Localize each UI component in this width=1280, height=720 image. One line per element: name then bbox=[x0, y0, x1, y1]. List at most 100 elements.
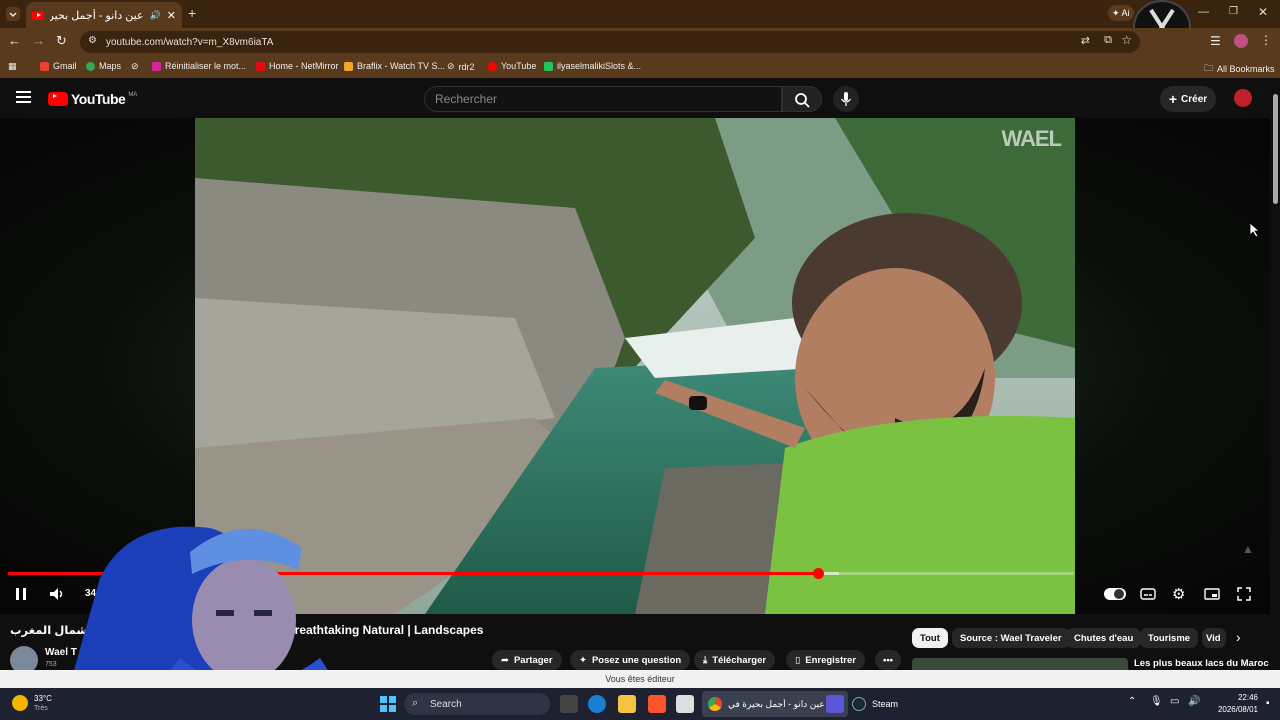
miniplayer-button[interactable] bbox=[1204, 586, 1220, 607]
minimize-button[interactable]: — bbox=[1198, 6, 1209, 18]
youtube-logo[interactable]: YouTube MA bbox=[48, 91, 137, 107]
subtitles-button[interactable] bbox=[1140, 586, 1156, 607]
forward-button[interactable]: → bbox=[32, 33, 45, 48]
youtube-logo-text: YouTube bbox=[71, 91, 126, 107]
weather-icon[interactable] bbox=[12, 695, 28, 711]
save-button[interactable]: ▯ Enregistrer bbox=[786, 650, 865, 670]
reload-button[interactable]: ↻ bbox=[56, 33, 67, 49]
search-input[interactable]: Rechercher bbox=[424, 86, 782, 112]
translate-icon[interactable]: ⇄ bbox=[1081, 34, 1090, 47]
teams-icon[interactable] bbox=[826, 695, 844, 713]
file-explorer-icon[interactable] bbox=[618, 695, 636, 713]
bookmark-icon: ▯ bbox=[795, 654, 801, 666]
maximize-button[interactable]: ❐ bbox=[1229, 6, 1238, 17]
menu-kebab-icon[interactable]: ⋮ bbox=[1260, 33, 1272, 47]
bookmark-youtube[interactable]: YouTube bbox=[488, 61, 536, 71]
steam-label: Steam bbox=[872, 699, 899, 709]
tab-close-icon[interactable]: ✕ bbox=[167, 9, 176, 22]
recommendation-title[interactable]: Les plus beaux lacs du Maroc bbox=[1134, 658, 1269, 669]
search-button[interactable] bbox=[782, 86, 822, 112]
autoplay-toggle-knob bbox=[1114, 589, 1124, 599]
windows-taskbar: 33°C Très ⌕ Search عين دانو - أجمل بحيرة… bbox=[0, 688, 1280, 720]
editor-notice-text: Vous êtes éditeur bbox=[605, 674, 675, 684]
brave-icon[interactable] bbox=[648, 695, 666, 713]
share-button[interactable]: ➦ Partager bbox=[492, 650, 562, 670]
create-label: Créer bbox=[1181, 93, 1208, 105]
task-view-icon[interactable] bbox=[560, 695, 578, 713]
globe-icon: ⊘ bbox=[131, 61, 139, 71]
download-button[interactable]: ⤓ Télécharger bbox=[694, 650, 776, 670]
chip-waterfalls[interactable]: Chutes d'eau bbox=[1066, 628, 1142, 648]
hamburger-menu-button[interactable] bbox=[16, 90, 32, 109]
bookmark-maps[interactable]: Maps bbox=[86, 61, 121, 71]
taskbar-search[interactable]: ⌕ Search bbox=[404, 693, 550, 715]
create-button[interactable]: + Créer bbox=[1160, 86, 1216, 112]
chip-source[interactable]: Source : Wael Traveler bbox=[952, 628, 1070, 648]
account-avatar[interactable] bbox=[1234, 89, 1252, 107]
chip-video[interactable]: Vid bbox=[1202, 628, 1226, 648]
apps-grid-icon[interactable]: ▦ bbox=[8, 61, 17, 72]
bookmark-rdr2[interactable]: ⊘ rdr2 bbox=[447, 61, 475, 72]
bookmark-gmail[interactable]: Gmail bbox=[40, 61, 77, 71]
windows-logo-icon bbox=[380, 696, 396, 712]
ask-question-button[interactable]: ✦ Posez une question bbox=[570, 650, 691, 670]
all-bookmarks-button[interactable]: 🗀 All Bookmarks bbox=[1204, 61, 1275, 77]
recommendation-thumbnail[interactable] bbox=[912, 658, 1128, 670]
scrollbar-thumb[interactable] bbox=[1273, 94, 1278, 204]
youtube-header: YouTube MA Rechercher + Créer bbox=[0, 80, 1280, 118]
new-tab-button[interactable]: + bbox=[188, 5, 196, 21]
mic-tray-icon[interactable]: 🎙 bbox=[1150, 696, 1163, 707]
channel-watermark: WAEL bbox=[1001, 126, 1062, 151]
download-icon: ⤓ bbox=[703, 654, 708, 666]
editor-notice-bar: Vous êtes éditeur bbox=[0, 670, 1280, 688]
bookmark-label: ilyaselmalikiSlots &... bbox=[557, 61, 642, 71]
bookmark-star-icon[interactable]: ☆ bbox=[1121, 33, 1132, 47]
voice-search-button[interactable] bbox=[833, 86, 859, 112]
network-icon[interactable]: ▭ bbox=[1170, 696, 1179, 707]
omnibox[interactable]: ⚙ youtube.com/watch?v=m_X8vm6iaTA ⇄ ⧉ ☆ bbox=[80, 31, 1140, 53]
notification-icon[interactable]: ▪ bbox=[1266, 698, 1270, 709]
bookmark-slots[interactable]: ilyaselmalikiSlots &... bbox=[544, 61, 641, 71]
gemini-button[interactable]: ✦ Ai bbox=[1108, 5, 1134, 21]
bookmark-globe[interactable]: ⊘ bbox=[131, 61, 139, 72]
autoplay-toggle[interactable] bbox=[1104, 588, 1126, 600]
edge-icon[interactable] bbox=[588, 695, 606, 713]
taskbar-steam[interactable]: Steam bbox=[852, 691, 914, 717]
clock-date[interactable]: 2026/08/01 bbox=[1206, 705, 1258, 714]
pause-button[interactable] bbox=[14, 586, 28, 607]
netmirror-icon bbox=[256, 61, 265, 71]
back-button[interactable]: ← bbox=[8, 33, 21, 48]
site-info-icon[interactable]: ⚙ bbox=[88, 35, 97, 46]
chevron-down-icon bbox=[9, 12, 17, 17]
tab-search-button[interactable] bbox=[6, 7, 20, 21]
settings-button[interactable]: ⚙ bbox=[1172, 585, 1185, 603]
fullscreen-button[interactable] bbox=[1236, 586, 1252, 607]
tray-chevron-up-icon[interactable]: ⌃ bbox=[1128, 696, 1136, 707]
sparkle-icon: ✦ bbox=[579, 654, 587, 666]
bookmark-netmirror[interactable]: Home - NetMirror bbox=[256, 61, 339, 71]
profile-avatar[interactable] bbox=[1234, 34, 1248, 48]
captions-icon bbox=[1140, 588, 1156, 600]
page-scrollbar[interactable] bbox=[1270, 80, 1280, 688]
media-controls-icon[interactable]: ☰ bbox=[1210, 34, 1221, 48]
start-button[interactable] bbox=[380, 696, 396, 717]
address-toolbar: ← → ↻ ⚙ youtube.com/watch?v=m_X8vm6iaTA … bbox=[0, 28, 1280, 56]
chip-label: Chutes d'eau bbox=[1074, 632, 1134, 644]
bookmark-braflix[interactable]: Braflix - Watch TV S... bbox=[344, 61, 445, 71]
window-close-button[interactable]: ✕ bbox=[1258, 5, 1268, 19]
plus-icon: + bbox=[1168, 91, 1178, 107]
bookmark-label: Réinitialiser le mot... bbox=[165, 61, 247, 71]
clock-time[interactable]: 22:46 bbox=[1222, 693, 1258, 702]
browser-tab-active[interactable]: عين دانو - أجمل بحيرة في ش... 🔊 ✕ bbox=[26, 2, 182, 28]
bookmark-reset-password[interactable]: Réinitialiser le mot... bbox=[152, 61, 246, 71]
chips-next-button[interactable]: › bbox=[1236, 629, 1241, 645]
more-actions-button[interactable]: ••• bbox=[875, 650, 901, 670]
gmail-icon bbox=[40, 61, 49, 71]
search-placeholder: Rechercher bbox=[435, 92, 498, 106]
url-text: youtube.com/watch?v=m_X8vm6iaTA bbox=[106, 36, 274, 48]
store-icon[interactable] bbox=[676, 695, 694, 713]
chip-all[interactable]: Tout bbox=[912, 628, 948, 648]
chip-tourism[interactable]: Tourisme bbox=[1140, 628, 1199, 648]
install-icon[interactable]: ⧉ bbox=[1104, 34, 1112, 47]
speaker-tray-icon[interactable]: 🔊 bbox=[1188, 696, 1200, 707]
